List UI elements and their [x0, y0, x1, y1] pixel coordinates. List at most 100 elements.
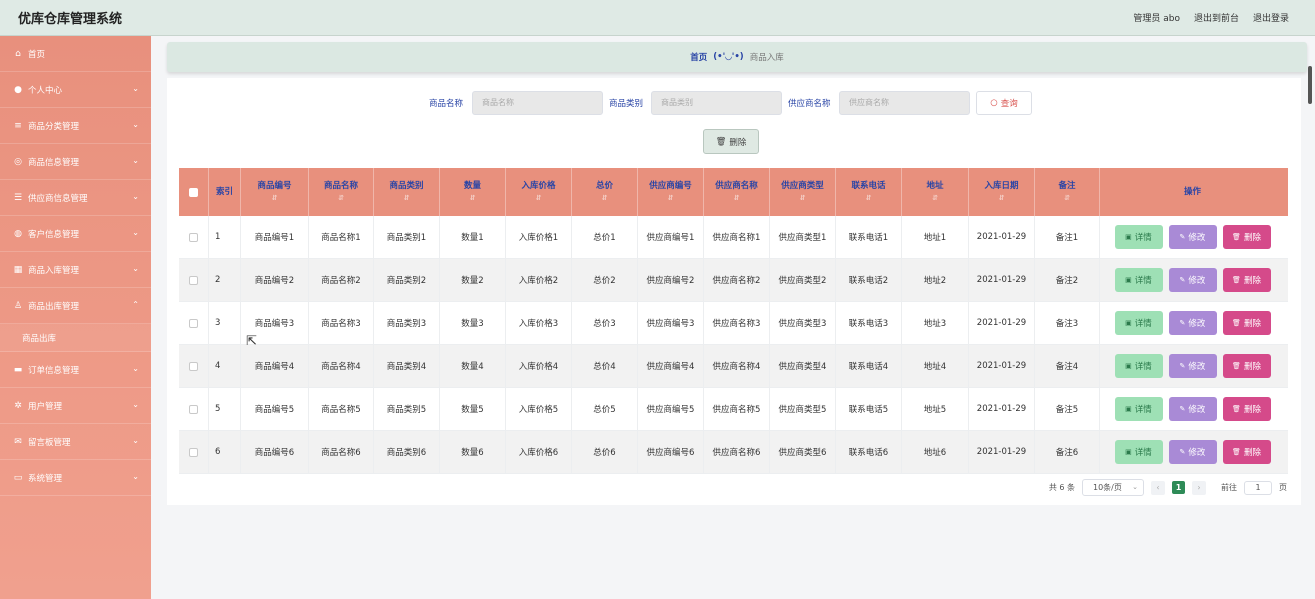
edit-button[interactable]: ✎ 修改 — [1168, 225, 1217, 249]
edit-button[interactable]: ✎ 修改 — [1168, 440, 1217, 464]
row-checkbox[interactable] — [189, 275, 198, 285]
query-button[interactable]: ○ 查询 — [976, 91, 1032, 115]
column-header[interactable]: 数量 ⇵ — [440, 168, 506, 216]
sidebar-item[interactable]: ◎ 商品信息管理 ⌄ — [0, 144, 151, 180]
sort-icon[interactable]: ⇵ — [668, 192, 674, 204]
sort-icon[interactable]: ⇵ — [800, 192, 806, 204]
sort-icon[interactable]: ⇵ — [999, 192, 1005, 204]
delete-button[interactable]: 🗑 删除 — [1222, 268, 1271, 292]
monitor-icon: ▬ — [13, 364, 23, 375]
delete-button[interactable]: 🗑 删除 — [1222, 440, 1271, 464]
product-name-input[interactable]: 商品名称 — [472, 91, 603, 115]
supplier-name-label: 供应商名称 — [788, 99, 831, 109]
sidebar-item[interactable]: ▭ 系统管理 ⌄ — [0, 460, 151, 496]
sidebar-item[interactable]: ◍ 客户信息管理 ⌄ — [0, 216, 151, 252]
batch-delete-button[interactable]: 🗑 删除 — [703, 129, 759, 154]
table-row: 3 商品编号3 商品名称3 商品类别3 数量3 入库价格3 总价3 供应商编号3 供应商名称3 供… — [179, 302, 1288, 345]
actions-cell: ▣ 详情 ✎ 修改 🗑 删除 — [1100, 302, 1285, 344]
sort-icon[interactable]: ⇵ — [470, 192, 476, 204]
row-checkbox-cell — [179, 345, 209, 387]
column-header[interactable]: 联系电话 ⇵ — [836, 168, 902, 216]
logout-link[interactable]: 退出登录 — [1253, 11, 1289, 24]
edit-button[interactable]: ✎ 修改 — [1168, 268, 1217, 292]
sidebar-subitem[interactable]: 商品出库 — [0, 324, 151, 352]
column-header[interactable]: 供应商类型 ⇵ — [770, 168, 836, 216]
row-checkbox-cell — [179, 216, 209, 258]
table-cell: 数量3 — [440, 302, 506, 344]
sidebar-item[interactable]: ✉ 留言板管理 ⌄ — [0, 424, 151, 460]
select-all-checkbox[interactable] — [189, 187, 198, 197]
sort-icon[interactable]: ⇵ — [272, 192, 278, 204]
column-header[interactable]: 备注 ⇵ — [1035, 168, 1100, 216]
sidebar-item[interactable]: ● 个人中心 ⌄ — [0, 72, 151, 108]
sidebar-item[interactable]: ⌂ 首页 — [0, 36, 151, 72]
detail-button[interactable]: ▣ 详情 — [1114, 268, 1163, 292]
sidebar-item[interactable]: ☰ 供应商信息管理 ⌄ — [0, 180, 151, 216]
supplier-name-input[interactable]: 供应商名称 — [839, 91, 970, 115]
sidebar-item-label: 用户管理 — [28, 401, 63, 412]
column-header[interactable]: 入库价格 ⇵ — [506, 168, 572, 216]
sidebar-item-label: 商品分类管理 — [28, 121, 80, 132]
column-header[interactable]: 供应商编号 ⇵ — [638, 168, 704, 216]
breadcrumb-home[interactable]: 首页 — [690, 51, 707, 63]
detail-button[interactable]: ▣ 详情 — [1114, 311, 1163, 335]
detail-button[interactable]: ▣ 详情 — [1114, 354, 1163, 378]
detail-button[interactable]: ▣ 详情 — [1114, 397, 1163, 421]
delete-button[interactable]: 🗑 删除 — [1222, 311, 1271, 335]
sort-icon[interactable]: ⇵ — [602, 192, 608, 204]
table-cell: 联系电话1 — [836, 216, 902, 258]
sidebar-item[interactable]: ▬ 订单信息管理 ⌄ — [0, 352, 151, 388]
detail-button[interactable]: ▣ 详情 — [1114, 440, 1163, 464]
delete-button[interactable]: 🗑 删除 — [1222, 397, 1271, 421]
table-cell: 商品编号5 — [241, 388, 309, 430]
table-cell: 地址6 — [902, 431, 969, 473]
document-icon: ▣ — [1125, 319, 1132, 327]
sort-icon[interactable]: ⇵ — [866, 192, 872, 204]
table-cell: 总价6 — [572, 431, 638, 473]
column-header[interactable]: 供应商名称 ⇵ — [704, 168, 770, 216]
admin-user-label[interactable]: 管理员 abo — [1133, 11, 1180, 24]
sort-icon[interactable]: ⇵ — [1064, 192, 1070, 204]
column-header[interactable]: 商品编号 ⇵ — [241, 168, 309, 216]
column-header[interactable]: 地址 ⇵ — [902, 168, 969, 216]
sort-icon[interactable]: ⇵ — [536, 192, 542, 204]
column-header[interactable]: 商品类别 ⇵ — [374, 168, 440, 216]
edit-button[interactable]: ✎ 修改 — [1168, 354, 1217, 378]
delete-button[interactable]: 🗑 删除 — [1222, 354, 1271, 378]
page-suffix: 页 — [1279, 483, 1287, 492]
column-header[interactable]: 商品名称 ⇵ — [309, 168, 374, 216]
delete-button[interactable]: 🗑 删除 — [1222, 225, 1271, 249]
next-page-button[interactable]: › — [1192, 480, 1206, 495]
sort-icon[interactable]: ⇵ — [404, 192, 410, 204]
product-category-input[interactable]: 商品类别 — [651, 91, 782, 115]
column-header-label: 供应商名称 — [715, 181, 758, 191]
sidebar-item[interactable]: ≡ 商品分类管理 ⌄ — [0, 108, 151, 144]
edit-button[interactable]: ✎ 修改 — [1168, 397, 1217, 421]
row-checkbox[interactable] — [189, 404, 198, 414]
column-header[interactable]: 总价 ⇵ — [572, 168, 638, 216]
column-header-label: 商品名称 — [323, 181, 358, 191]
page-size-select[interactable]: 10条/页 ⌄ — [1082, 479, 1144, 496]
page-number-current[interactable]: 1 — [1172, 481, 1185, 494]
table-cell: 总价3 — [572, 302, 638, 344]
row-checkbox[interactable] — [189, 232, 198, 242]
sidebar-item[interactable]: ✲ 用户管理 ⌄ — [0, 388, 151, 424]
sort-icon[interactable]: ⇵ — [932, 192, 938, 204]
goto-page-input[interactable]: 1 — [1244, 480, 1272, 495]
scrollbar-thumb[interactable] — [1308, 66, 1312, 104]
trash-icon: 🗑 — [1232, 276, 1241, 284]
pencil-icon: ✎ — [1179, 362, 1186, 370]
row-checkbox[interactable] — [189, 361, 198, 371]
sort-icon[interactable]: ⇵ — [734, 192, 740, 204]
total-count: 共 6 条 — [1048, 483, 1075, 492]
row-checkbox[interactable] — [189, 447, 198, 457]
front-page-link[interactable]: 退出到前台 — [1194, 11, 1239, 24]
row-checkbox[interactable] — [189, 318, 198, 328]
sort-icon[interactable]: ⇵ — [338, 192, 344, 204]
sidebar-item[interactable]: ♙ 商品出库管理 ⌃ — [0, 288, 151, 324]
edit-button[interactable]: ✎ 修改 — [1168, 311, 1217, 335]
column-header[interactable]: 入库日期 ⇵ — [969, 168, 1035, 216]
detail-button[interactable]: ▣ 详情 — [1114, 225, 1163, 249]
prev-page-button[interactable]: ‹ — [1151, 480, 1165, 495]
sidebar-item[interactable]: ▦ 商品入库管理 ⌄ — [0, 252, 151, 288]
